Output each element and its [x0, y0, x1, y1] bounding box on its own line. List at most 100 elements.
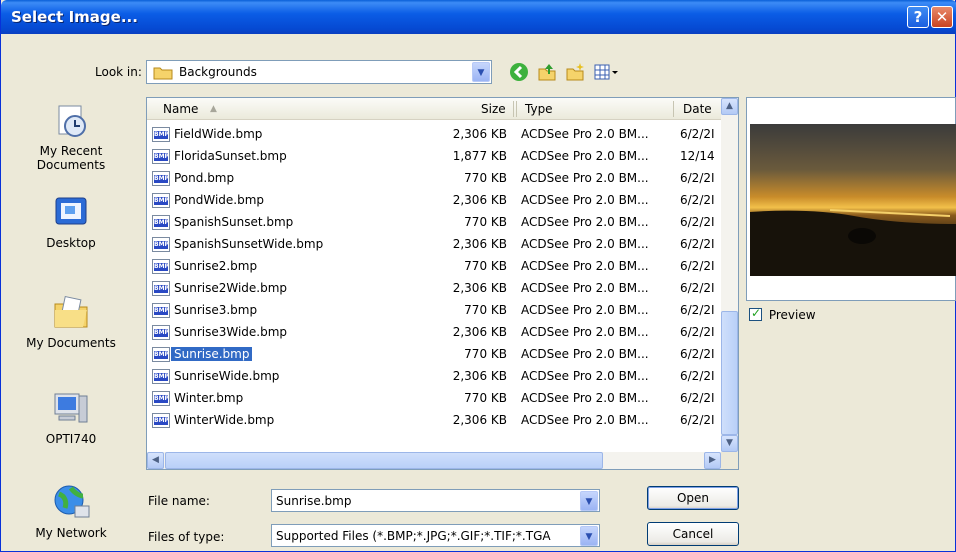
- bmp-file-icon: BMP: [152, 303, 170, 318]
- file-row[interactable]: BMP FloridaSunset.bmp 1,877 KB ACDSee Pro 2…: [147, 146, 721, 168]
- place-my-network[interactable]: My Network: [7, 482, 135, 540]
- file-row[interactable]: BMP Pond.bmp 770 KB ACDSee Pro 2.0 BM... 6/2…: [147, 168, 721, 190]
- preview-label: Preview: [768, 308, 816, 322]
- file-type-cell: ACDSee Pro 2.0 BM...: [521, 237, 649, 251]
- file-name-cell: PondWide.bmp: [174, 193, 265, 207]
- file-type-value: Supported Files (*.BMP;*.JPG;*.GIF;*.TIF…: [276, 529, 551, 543]
- look-in-dropdown-button[interactable]: ▼: [472, 62, 490, 82]
- bmp-file-icon: BMP: [152, 413, 170, 428]
- file-row[interactable]: BMP SpanishSunset.bmp 770 KB ACDSee Pro 2.0…: [147, 212, 721, 234]
- file-name-field[interactable]: Sunrise.bmp ▼: [271, 489, 600, 512]
- place-my-recent-documents[interactable]: My Recent Documents: [7, 100, 135, 172]
- file-size-cell: 770 KB: [464, 259, 507, 273]
- file-row[interactable]: BMP Sunrise.bmp 770 KB ACDSee Pro 2.0 BM...…: [147, 344, 721, 366]
- place-my-documents[interactable]: My Documents: [7, 292, 135, 350]
- close-button[interactable]: ✕: [931, 6, 953, 28]
- file-type-cell: ACDSee Pro 2.0 BM...: [521, 193, 649, 207]
- file-date-cell: 6/2/2І: [680, 347, 715, 361]
- file-row[interactable]: BMP SpanishSunsetWide.bmp 2,306 KB ACDSee P…: [147, 234, 721, 256]
- scroll-corner: [721, 452, 738, 469]
- file-name-label: File name:: [148, 494, 210, 508]
- place-desktop[interactable]: Desktop: [7, 192, 135, 250]
- file-row[interactable]: BMP SunriseWide.bmp 2,306 KB ACDSee Pro 2.0…: [147, 366, 721, 388]
- my-computer-icon: [51, 388, 91, 428]
- file-size-cell: 2,306 KB: [452, 281, 507, 295]
- file-row[interactable]: BMP Sunrise2Wide.bmp 2,306 KB ACDSee Pro 2.…: [147, 278, 721, 300]
- file-name-cell: Pond.bmp: [174, 171, 235, 185]
- file-size-cell: 770 KB: [464, 391, 507, 405]
- vertical-scroll-thumb[interactable]: [721, 311, 738, 435]
- file-type-cell: ACDSee Pro 2.0 BM...: [521, 391, 649, 405]
- file-date-cell: 6/2/2І: [680, 171, 715, 185]
- place-opti740[interactable]: OPTI740: [7, 388, 135, 446]
- file-date-cell: 6/2/2І: [680, 259, 715, 273]
- cancel-button[interactable]: Cancel: [647, 522, 739, 546]
- bmp-file-icon: BMP: [152, 237, 170, 252]
- file-size-cell: 2,306 KB: [452, 369, 507, 383]
- file-row[interactable]: BMP Winter.bmp 770 KB ACDSee Pro 2.0 BM... 6…: [147, 388, 721, 410]
- file-row[interactable]: BMP Sunrise3.bmp 770 KB ACDSee Pro 2.0 BM..…: [147, 300, 721, 322]
- file-date-cell: 6/2/2І: [680, 391, 715, 405]
- file-row[interactable]: BMP Sunrise3Wide.bmp 2,306 KB ACDSee Pro 2.…: [147, 322, 721, 344]
- checkbox-checked-icon[interactable]: [749, 306, 762, 321]
- bmp-file-icon: BMP: [152, 215, 170, 230]
- file-name-value[interactable]: Sunrise.bmp: [276, 494, 576, 508]
- file-row[interactable]: BMP PondWide.bmp 2,306 KB ACDSee Pro 2.0 BM…: [147, 190, 721, 212]
- title-bar[interactable]: Select Image... ? ✕: [1, 0, 956, 34]
- bmp-file-icon: BMP: [152, 149, 170, 164]
- up-folder-icon[interactable]: [537, 62, 557, 82]
- file-name-cell: Sunrise3.bmp: [174, 303, 258, 317]
- file-name-cell: SpanishSunsetWide.bmp: [174, 237, 324, 251]
- file-row[interactable]: BMP Sunrise2.bmp 770 KB ACDSee Pro 2.0 BM..…: [147, 256, 721, 278]
- look-in-combo[interactable]: Backgrounds ▼: [146, 60, 492, 84]
- column-type[interactable]: Type: [525, 102, 553, 116]
- file-type-cell: ACDSee Pro 2.0 BM...: [521, 347, 649, 361]
- horizontal-scrollbar[interactable]: ◀ ▶: [147, 452, 721, 469]
- file-name-cell: WinterWide.bmp: [174, 413, 275, 427]
- place-label: My Documents: [26, 336, 116, 350]
- file-type-cell: ACDSee Pro 2.0 BM...: [521, 369, 649, 383]
- file-date-cell: 6/2/2І: [680, 193, 715, 207]
- file-list[interactable]: Name ▲ Size Type Date BMP FieldWide.bmp 2,…: [146, 97, 739, 470]
- column-date[interactable]: Date: [683, 102, 712, 116]
- bmp-file-icon: BMP: [152, 193, 170, 208]
- column-size[interactable]: Size: [481, 102, 506, 116]
- file-name-cell: Sunrise2.bmp: [174, 259, 258, 273]
- window-title: Select Image...: [11, 8, 138, 26]
- file-name-cell: SunriseWide.bmp: [174, 369, 280, 383]
- file-row[interactable]: BMP FieldWide.bmp 2,306 KB ACDSee Pro 2.0 B…: [147, 124, 721, 146]
- help-button[interactable]: ?: [907, 6, 929, 28]
- new-folder-icon[interactable]: [565, 62, 585, 82]
- scroll-up-button[interactable]: ▲: [721, 98, 738, 115]
- views-menu-icon[interactable]: [593, 62, 619, 82]
- back-icon[interactable]: [509, 62, 529, 82]
- file-row[interactable]: BMP WinterWide.bmp 2,306 KB ACDSee Pro 2.0 …: [147, 410, 721, 432]
- scroll-down-button[interactable]: ▼: [721, 435, 738, 452]
- file-size-cell: 770 KB: [464, 347, 507, 361]
- open-button[interactable]: Open: [647, 486, 739, 510]
- column-name[interactable]: Name: [163, 102, 198, 116]
- file-type-select[interactable]: Supported Files (*.BMP;*.JPG;*.GIF;*.TIF…: [271, 524, 600, 547]
- look-in-value: Backgrounds: [179, 65, 257, 79]
- scroll-left-button[interactable]: ◀: [147, 452, 164, 469]
- preview-image: [750, 124, 956, 276]
- column-separator: [516, 101, 517, 117]
- horizontal-scroll-thumb[interactable]: [165, 452, 603, 469]
- my-documents-icon: [51, 292, 91, 332]
- vertical-scrollbar[interactable]: ▲ ▼: [721, 98, 738, 452]
- folder-icon: [153, 67, 173, 80]
- scroll-right-button[interactable]: ▶: [704, 452, 721, 469]
- file-name-dropdown-button[interactable]: ▼: [580, 491, 598, 511]
- file-name-cell: FieldWide.bmp: [174, 127, 263, 141]
- file-date-cell: 12/14: [680, 149, 715, 163]
- file-type-cell: ACDSee Pro 2.0 BM...: [521, 259, 649, 273]
- file-name-cell: Winter.bmp: [174, 391, 244, 405]
- file-size-cell: 2,306 KB: [452, 237, 507, 251]
- file-type-dropdown-button[interactable]: ▼: [580, 526, 598, 546]
- file-type-cell: ACDSee Pro 2.0 BM...: [521, 127, 649, 141]
- preview-checkbox[interactable]: Preview: [749, 306, 816, 322]
- file-date-cell: 6/2/2І: [680, 215, 715, 229]
- file-date-cell: 6/2/2І: [680, 325, 715, 339]
- file-type-cell: ACDSee Pro 2.0 BM...: [521, 215, 649, 229]
- file-size-cell: 2,306 KB: [452, 193, 507, 207]
